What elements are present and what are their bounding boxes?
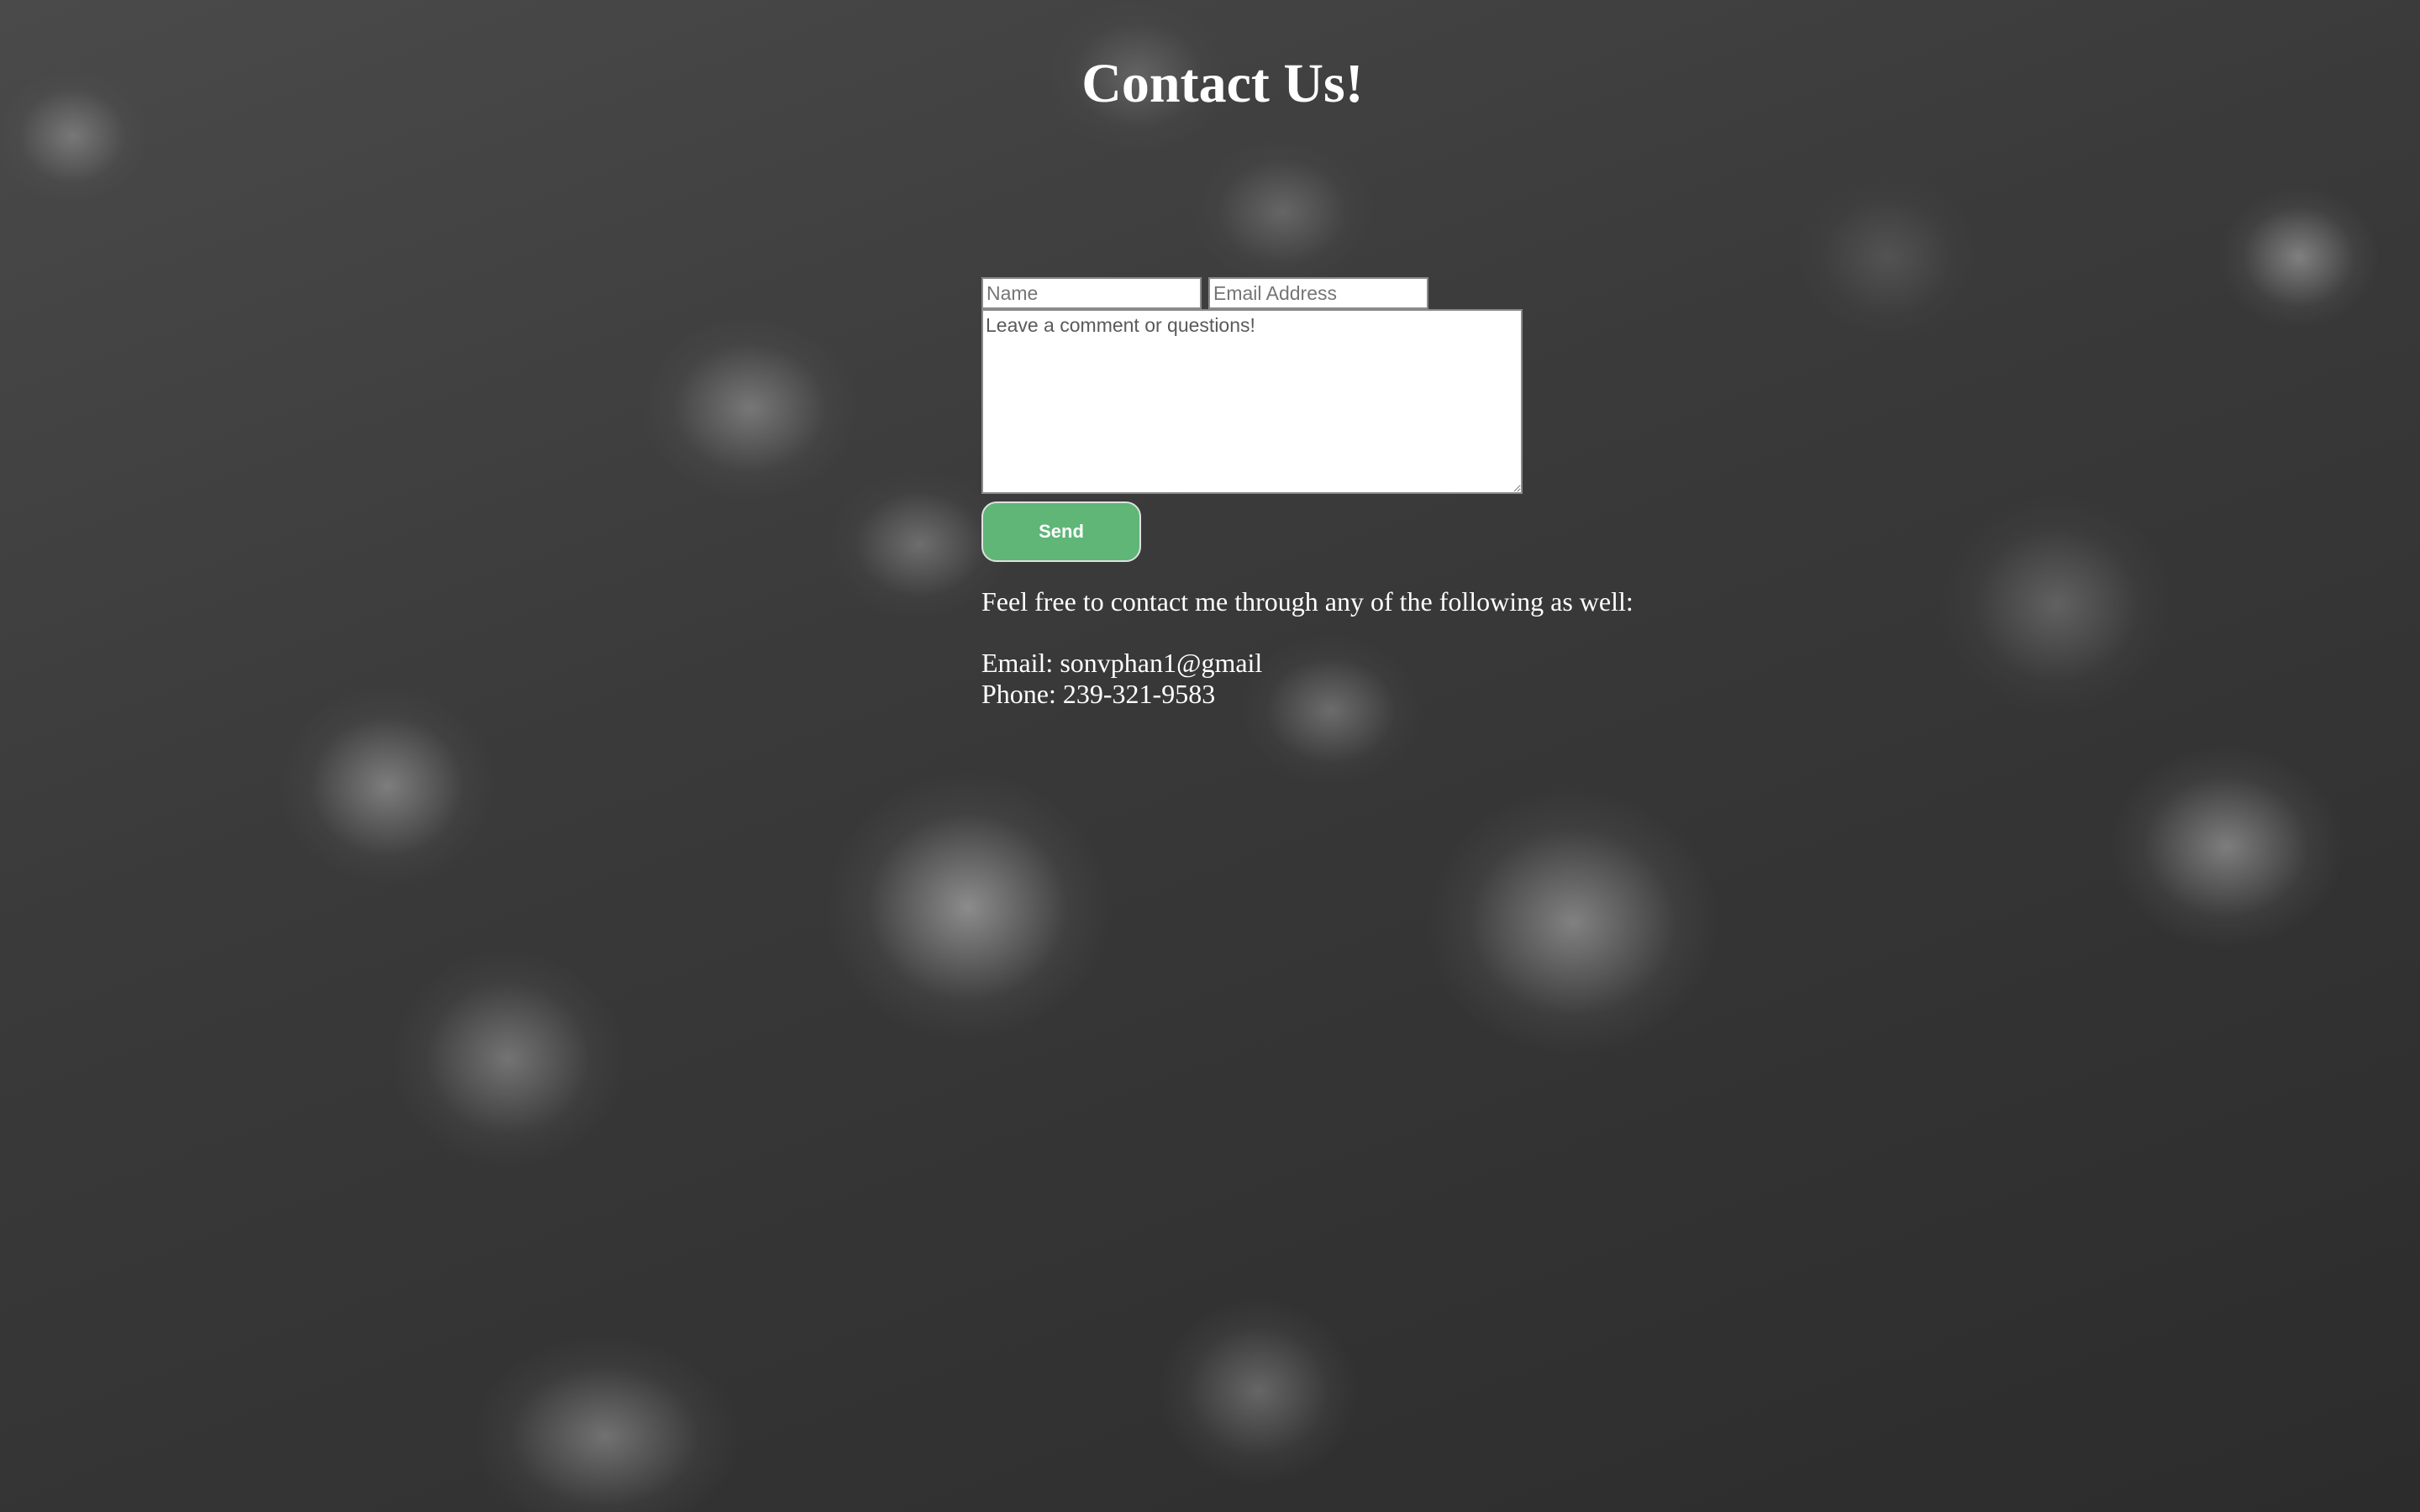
email-input[interactable] (1208, 277, 1428, 309)
page-title: Contact Us! (1081, 53, 1364, 114)
contact-page: Contact Us! Send Feel free to contact me… (0, 0, 2420, 1512)
contact-info: Feel free to contact me through any of t… (981, 586, 1634, 710)
send-button[interactable]: Send (981, 501, 1141, 562)
contact-phone-text: Phone: 239-321-9583 (981, 679, 1216, 709)
contact-email-text: Email: sonvphan1@gmail (981, 648, 1263, 678)
contact-intro-text: Feel free to contact me through any of t… (981, 586, 1634, 617)
comment-textarea[interactable] (981, 309, 1523, 494)
name-input[interactable] (981, 277, 1202, 309)
